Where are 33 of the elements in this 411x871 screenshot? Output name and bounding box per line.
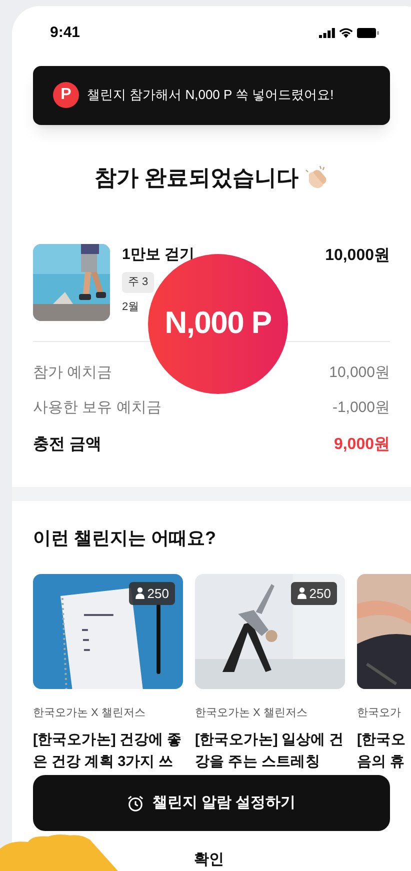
challenge-price: 10,000원 <box>325 246 390 266</box>
clapping-hands-icon <box>302 164 329 190</box>
summary-label: 참가 예치금 <box>33 362 112 382</box>
alarm-button[interactable]: 챌린지 알람 설정하기 <box>33 775 390 831</box>
alarm-clock-icon <box>127 794 144 812</box>
point-icon: P <box>53 82 79 108</box>
summary-value: 9,000원 <box>334 434 390 454</box>
participant-count: 250 <box>129 582 175 605</box>
signal-icon <box>319 28 335 38</box>
participant-count: 250 <box>291 582 337 605</box>
status-time: 9:41 <box>50 23 80 43</box>
summary-value: -1,000원 <box>332 398 390 418</box>
challenge-name: 1만보 걷기 <box>122 244 195 264</box>
battery-icon <box>357 28 379 38</box>
completion-title: 참가 완료되었습니다 <box>94 164 299 192</box>
card-organizer: 한국오가논 X 챌린저스 <box>195 706 308 720</box>
challenge-period: 2월 <box>122 300 140 314</box>
toast-message: 챌린지 참가해서 N,000 P 쏙 넣어드렸어요! <box>87 86 334 104</box>
confirm-button[interactable]: 확인 <box>182 849 236 871</box>
points-amount: N,000 P <box>164 304 272 342</box>
summary-label: 사용한 보유 예치금 <box>33 398 162 418</box>
section-heading: 이런 챌린지는 어때요? <box>33 526 217 550</box>
wifi-icon <box>339 28 353 38</box>
card-organizer: 한국오가논 X 챌린저스 <box>33 706 146 720</box>
card-title[interactable]: [한국오가논] 일상에 건 강을 주는 스트레칭 <box>195 729 345 773</box>
card-title[interactable]: [한국오 음의 휴 <box>357 729 411 773</box>
summary-value: 10,000원 <box>329 362 390 382</box>
card-organizer: 한국오가 <box>357 706 402 720</box>
card-title[interactable]: [한국오가논] 건강에 좋 은 건강 계획 3가지 쓰 <box>33 729 183 773</box>
summary-label: 충전 금액 <box>33 434 102 454</box>
frequency-tag: 주 3 <box>122 272 154 292</box>
person-icon <box>297 587 308 600</box>
person-icon <box>135 587 146 600</box>
